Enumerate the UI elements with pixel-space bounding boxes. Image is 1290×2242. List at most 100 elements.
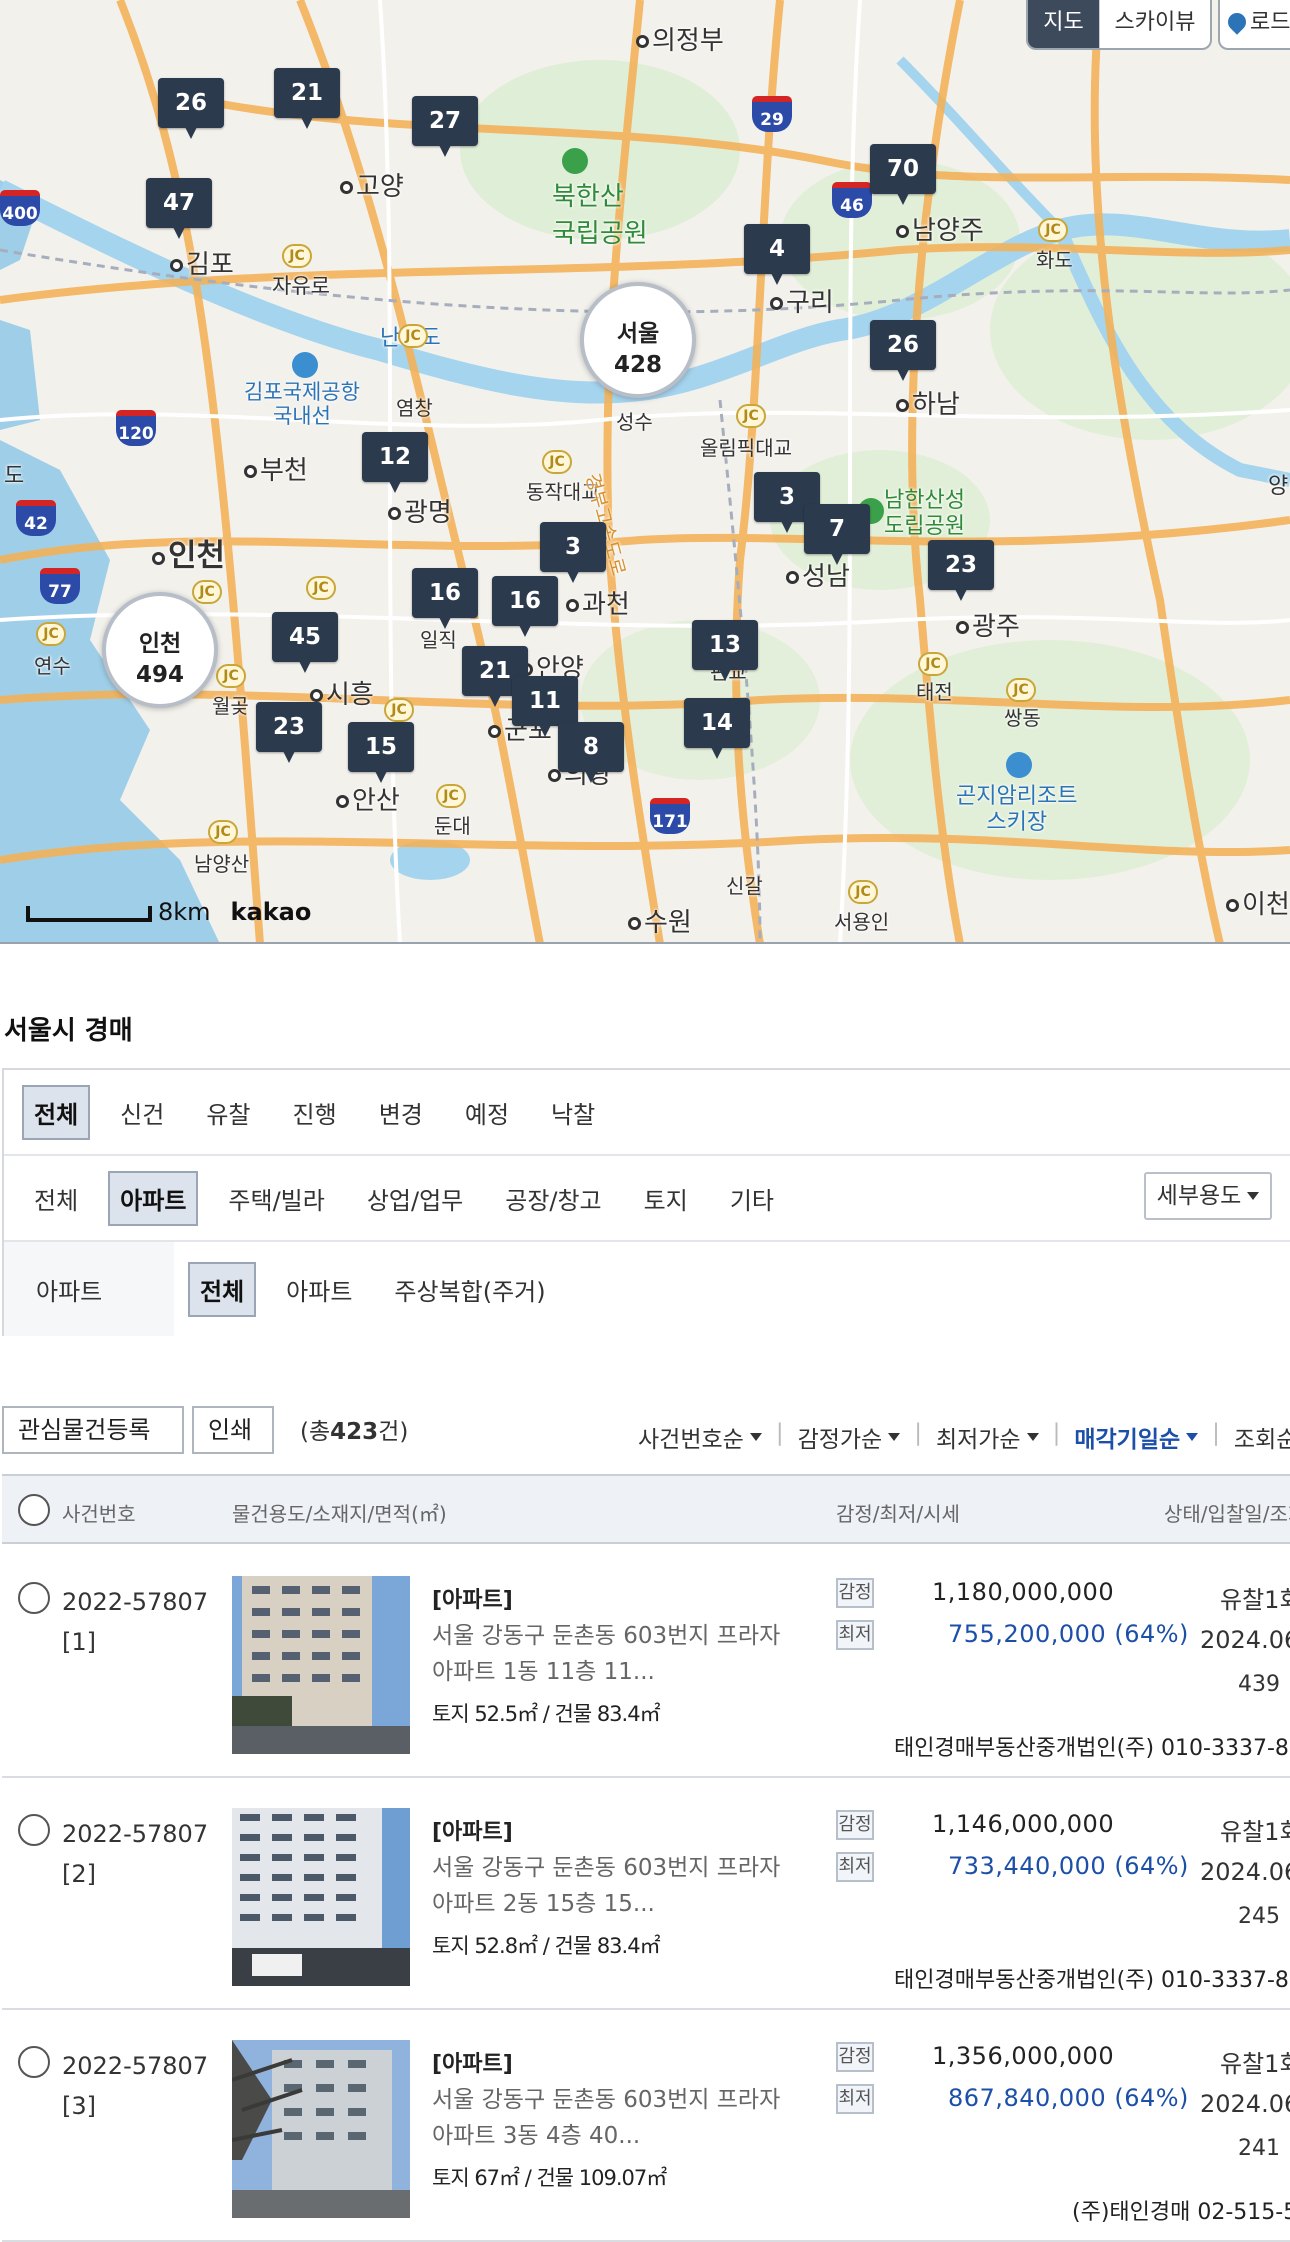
map-marker[interactable]: 14 — [684, 698, 750, 759]
status-tab-all[interactable]: 전체 — [22, 1084, 91, 1140]
map-marker[interactable]: 26 — [870, 320, 936, 381]
sort-sale-date[interactable]: 매각기일순 — [1074, 1420, 1199, 1454]
place-incheon: 인천 — [152, 530, 225, 575]
table-row[interactable]: 2022-57807 [1] [아파트] 서울 강동구 둔촌동 603번지 프라자… — [2, 1546, 1290, 1778]
use-tab-apartment[interactable]: 아파트 — [108, 1170, 199, 1226]
view-count: 245 — [1238, 1904, 1280, 1929]
auction-map[interactable]: 의정부 고양 북한산국립공원 남양주 화도 김포 자유로 난지도 구리 김포국제… — [0, 0, 1290, 944]
bid-date: 2024.06 — [1200, 1858, 1290, 1886]
detail-use-dropdown[interactable]: 세부용도 — [1144, 1172, 1272, 1220]
map-marker[interactable]: 15 — [348, 722, 414, 783]
sort-minimum[interactable]: 최저가순 — [936, 1420, 1039, 1454]
status-tab-scheduled[interactable]: 예정 — [453, 1085, 521, 1140]
caret-down-icon — [888, 1433, 901, 1441]
map-marker[interactable]: 11 — [512, 676, 578, 737]
map-marker[interactable]: 16 — [492, 576, 558, 637]
use-filter-row: 전체 아파트 주택/빌라 상업/업무 공장/창고 토지 기타 — [4, 1156, 1290, 1242]
place-hanam: 하남 — [896, 384, 960, 421]
map-marker[interactable]: 7 — [804, 504, 870, 565]
use-tab-commercial[interactable]: 상업/업무 — [355, 1171, 475, 1226]
agent-info[interactable]: 태인경매부동산중개법인(주) 010-3337-8666 — [894, 1962, 1290, 1994]
chevron-down-icon — [1247, 1192, 1260, 1200]
cluster-name: 서울 — [616, 321, 660, 347]
sort-case-number[interactable]: 사건번호순 — [638, 1420, 762, 1454]
select-all-checkbox[interactable] — [18, 1494, 50, 1526]
auction-status: 유찰1회 — [1220, 2050, 1290, 2078]
map-marker[interactable]: 12 — [362, 432, 428, 493]
row-checkbox[interactable] — [18, 1814, 50, 1846]
minimum-tag: 최저 — [836, 2084, 874, 2114]
map-marker[interactable]: 23 — [928, 540, 994, 601]
jc-icon: JC — [216, 664, 246, 688]
roadview-button[interactable]: 로드 — [1218, 0, 1290, 50]
map-marker[interactable]: 8 — [558, 722, 624, 783]
place-dundae: 둔대 — [434, 814, 471, 838]
map-marker[interactable]: 16 — [412, 568, 478, 629]
place-goyang: 고양 — [340, 166, 404, 203]
sort-appraisal[interactable]: 감정가순 — [798, 1420, 901, 1454]
roadview-pin-icon — [1224, 9, 1250, 35]
property-address[interactable]: 서울 강동구 둔촌동 603번지 프라자아파트 2동 15층 15... — [432, 1850, 792, 1922]
use-tab-all[interactable]: 전체 — [22, 1171, 90, 1226]
cluster-seoul[interactable]: 서울 428 — [580, 282, 696, 398]
view-count: 241 — [1238, 2136, 1280, 2161]
jc-icon: JC — [1006, 678, 1036, 702]
map-marker[interactable]: 26 — [158, 78, 224, 139]
highway-29-icon: 29 — [752, 96, 792, 132]
place-taejeon: 태전 — [916, 680, 953, 704]
sort-options: 사건번호순 | 감정가순 | 최저가순 | 매각기일순 | 조회순 — [638, 1420, 1290, 1454]
jc-icon: JC — [398, 324, 428, 348]
agent-info[interactable]: 태인경매부동산중개법인(주) 010-3337-8666 — [894, 1730, 1290, 1762]
map-type-map-button[interactable]: 지도 — [1028, 0, 1100, 48]
map-marker[interactable]: 13 — [692, 620, 758, 681]
sub-tab-all[interactable]: 전체 — [188, 1261, 257, 1317]
map-marker[interactable]: 4 — [744, 224, 810, 285]
map-marker[interactable]: 3 — [540, 522, 606, 583]
place-bukhansan: 북한산 국립공원 — [552, 182, 648, 249]
detail-use-label: 세부용도 — [1156, 1183, 1242, 1209]
map-type-skyview-button[interactable]: 스카이뷰 — [1100, 0, 1210, 48]
status-tab-changed[interactable]: 변경 — [367, 1085, 435, 1140]
use-tab-land[interactable]: 토지 — [632, 1171, 700, 1226]
property-address[interactable]: 서울 강동구 둔촌동 603번지 프라자아파트 3동 4층 40... — [432, 2082, 792, 2154]
use-tab-factory[interactable]: 공장/창고 — [493, 1171, 613, 1226]
status-tab-sold[interactable]: 낙찰 — [539, 1085, 607, 1140]
sort-views[interactable]: 조회순 — [1234, 1420, 1290, 1454]
cluster-incheon[interactable]: 인천 494 — [102, 592, 218, 708]
agent-info[interactable]: (주)태인경매 02-515-5151 — [1072, 2194, 1290, 2226]
property-area: 토지 52.8㎡ / 건물 83.4㎡ — [432, 1934, 661, 1958]
property-photo[interactable] — [232, 1808, 410, 1986]
sub-tab-apartment[interactable]: 아파트 — [274, 1262, 364, 1317]
map-marker[interactable]: 47 — [146, 178, 212, 239]
print-button[interactable]: 인쇄 — [192, 1406, 274, 1454]
table-row[interactable]: 2022-57807 [3] [아파트] 서울 강동구 둔촌동 603번지 프라자… — [2, 2010, 1290, 2242]
map-marker[interactable]: 23 — [256, 702, 322, 763]
place-guri: 구리 — [770, 282, 834, 319]
status-tab-failed[interactable]: 유찰 — [194, 1085, 262, 1140]
place-gonjiam: 곤지암리조트 스키장 — [956, 784, 1078, 835]
place-hwado: 화도 — [1036, 248, 1073, 272]
appraisal-price: 1,146,000,000 — [932, 1810, 1115, 1838]
row-checkbox[interactable] — [18, 2046, 50, 2078]
map-marker[interactable]: 70 — [870, 144, 936, 205]
jc-icon: JC — [918, 652, 948, 676]
map-marker[interactable]: 45 — [272, 612, 338, 673]
map-marker[interactable]: 21 — [274, 68, 340, 129]
property-photo[interactable] — [232, 2040, 410, 2218]
row-checkbox[interactable] — [18, 1582, 50, 1614]
status-tab-progress[interactable]: 진행 — [281, 1085, 349, 1140]
table-row[interactable]: 2022-57807 [2] [아파트] 서울 강동구 둔촌동 603번지 프라자… — [2, 1778, 1290, 2010]
cluster-name: 인천 — [138, 631, 182, 657]
use-tab-house-villa[interactable]: 주택/빌라 — [216, 1171, 336, 1226]
map-marker[interactable]: 27 — [412, 96, 478, 157]
property-address[interactable]: 서울 강동구 둔촌동 603번지 프라자아파트 1동 11층 11... — [432, 1618, 792, 1690]
sub-filter-label: 아파트 — [36, 1277, 103, 1306]
use-tab-etc[interactable]: 기타 — [718, 1171, 786, 1226]
property-photo[interactable] — [232, 1576, 410, 1754]
apartment-photo — [232, 2040, 410, 2218]
highway-77-icon: 77 — [40, 568, 80, 604]
status-tab-new[interactable]: 신건 — [108, 1085, 176, 1140]
sub-tab-mixed-use[interactable]: 주상복합(주거) — [382, 1262, 557, 1317]
place-icheon: 이천 — [1226, 884, 1290, 921]
register-interest-button[interactable]: 관심물건등록 — [2, 1406, 184, 1454]
